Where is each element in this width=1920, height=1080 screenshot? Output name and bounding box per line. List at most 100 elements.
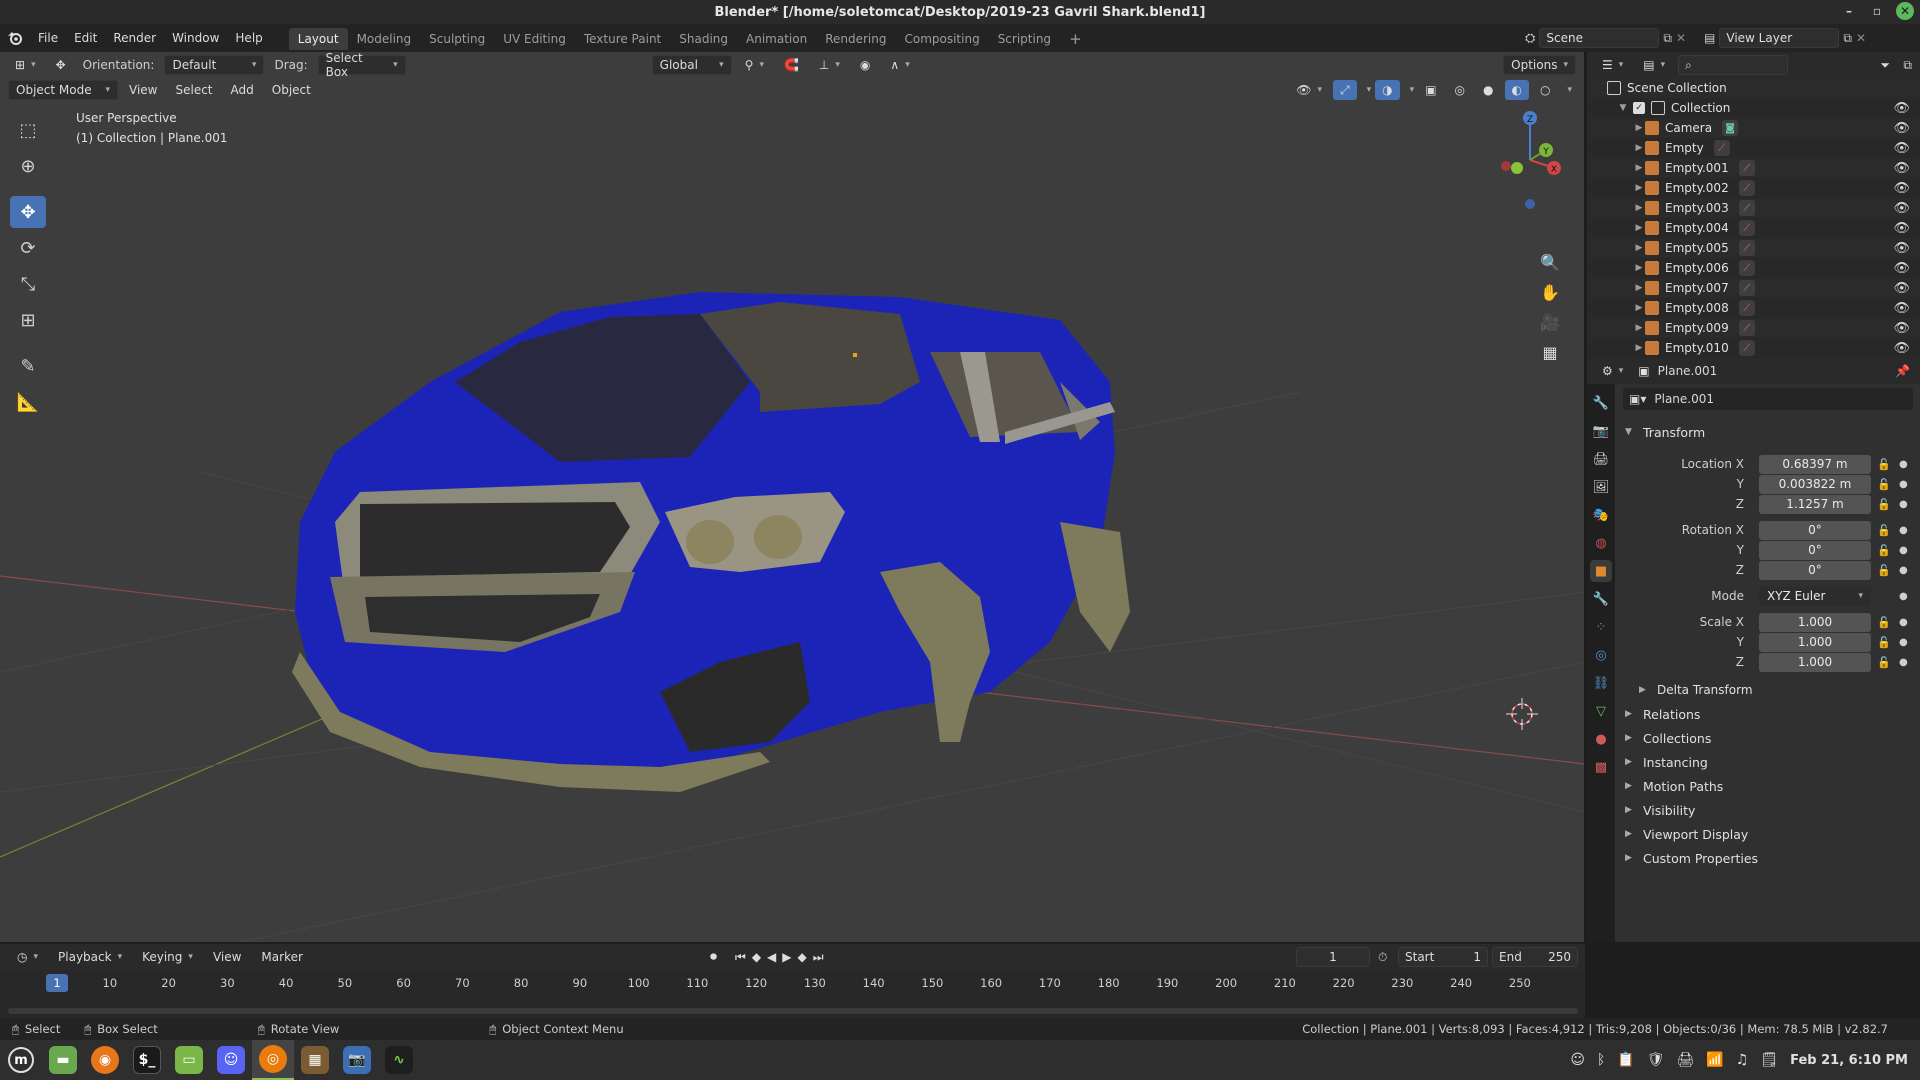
menu-object[interactable]: Object: [265, 80, 318, 100]
visibility-eye-icon[interactable]: 👁: [1893, 161, 1910, 176]
rotation-mode-dropdown[interactable]: XYZ Euler ▾: [1759, 586, 1871, 606]
lock-icon[interactable]: 🔓: [1877, 498, 1891, 511]
stopwatch-icon[interactable]: ⏱: [1378, 950, 1387, 965]
start-frame-field[interactable]: Start 1: [1398, 947, 1488, 967]
pin-icon[interactable]: 📌: [1895, 364, 1910, 378]
outliner-object-row[interactable]: ▶ Empty ⟋ 👁: [1587, 138, 1920, 158]
minecraft-icon[interactable]: ▦: [294, 1040, 336, 1080]
panel-viewport-display[interactable]: ▶ Viewport Display: [1615, 822, 1920, 846]
camera-data-icon[interactable]: ◙: [1722, 120, 1739, 136]
physics-tab-icon[interactable]: ◎: [1590, 644, 1612, 666]
lock-icon[interactable]: 🔓: [1877, 524, 1891, 537]
outliner-object-row[interactable]: ▶ Empty.005 ⟋ 👁: [1587, 238, 1920, 258]
rendered-shading-icon[interactable]: ○: [1533, 80, 1557, 100]
notes-icon[interactable]: 🗒: [1760, 1052, 1778, 1068]
record-icon[interactable]: ⏺: [710, 949, 717, 965]
wifi-icon[interactable]: 📶: [1706, 1052, 1723, 1068]
discord-icon[interactable]: ☺: [210, 1040, 252, 1080]
pan-hand-icon[interactable]: ✋: [1536, 278, 1564, 306]
lock-icon[interactable]: 🔓: [1877, 478, 1891, 491]
menu-file[interactable]: File: [30, 24, 66, 52]
expand-arrow-icon[interactable]: ▶: [1633, 323, 1645, 333]
menu-help[interactable]: Help: [227, 24, 270, 52]
editor-type-icon[interactable]: ⊞ ▾: [8, 55, 43, 75]
tab-uv-editing[interactable]: UV Editing: [494, 28, 575, 50]
keyframe-dot-icon[interactable]: ●: [1899, 545, 1908, 556]
keyframe-dot-icon[interactable]: ●: [1899, 591, 1908, 602]
transform-tool-icon-2[interactable]: ⊞: [10, 304, 46, 336]
menu-edit[interactable]: Edit: [66, 24, 105, 52]
outliner-object-row[interactable]: ▶ Empty.007 ⟋ 👁: [1587, 278, 1920, 298]
filter-icon[interactable]: ⏷: [1880, 58, 1890, 73]
expand-arrow-icon[interactable]: ▶: [1633, 343, 1645, 353]
outliner-object-row[interactable]: ▶ Camera ◙ 👁: [1587, 118, 1920, 138]
visibility-eye-icon[interactable]: 👁: [1893, 321, 1910, 336]
expand-arrow-icon[interactable]: ▶: [1633, 183, 1645, 193]
lock-icon[interactable]: 🔓: [1877, 636, 1891, 649]
menu-view[interactable]: View: [122, 80, 164, 100]
keyframe-dot-icon[interactable]: ●: [1899, 617, 1908, 628]
expand-arrow-icon[interactable]: ▶: [1633, 283, 1645, 293]
keyframe-dot-icon[interactable]: ●: [1899, 525, 1908, 536]
empty-data-icon[interactable]: ⟋: [1738, 260, 1755, 276]
location-x-field[interactable]: 0.68397 m: [1759, 454, 1871, 474]
empty-data-icon[interactable]: ⟋: [1738, 160, 1755, 176]
bluetooth-icon[interactable]: ᛒ: [1597, 1052, 1605, 1068]
tab-compositing[interactable]: Compositing: [895, 28, 988, 50]
show-desktop-icon[interactable]: ▬: [42, 1040, 84, 1080]
select-box-tool-icon[interactable]: ⬚: [10, 114, 46, 146]
outliner-object-row[interactable]: ▶ Empty.006 ⟋ 👁: [1587, 258, 1920, 278]
menu-timeline-view[interactable]: View: [206, 947, 248, 967]
object-tab-icon[interactable]: ■: [1590, 560, 1612, 582]
options-dropdown[interactable]: Options ▾: [1503, 55, 1576, 75]
object-name-field[interactable]: ▣▾ Plane.001: [1623, 388, 1913, 410]
tool-tab-icon[interactable]: 🔧: [1590, 392, 1612, 414]
tab-texture-paint[interactable]: Texture Paint: [575, 28, 670, 50]
tab-scripting[interactable]: Scripting: [989, 28, 1060, 50]
viewport-scene[interactable]: [0, 52, 1585, 942]
measure-tool-icon[interactable]: 📐: [10, 386, 46, 418]
lock-icon[interactable]: 🔓: [1877, 656, 1891, 669]
expand-arrow-icon[interactable]: ▶: [1633, 143, 1645, 153]
empty-data-icon[interactable]: ⟋: [1713, 140, 1730, 156]
view-layer-tab-icon[interactable]: 🖼: [1590, 476, 1612, 498]
tab-sculpting[interactable]: Sculpting: [420, 28, 494, 50]
expand-arrow-icon[interactable]: ▶: [1633, 263, 1645, 273]
discord-tray-icon[interactable]: ☺: [1570, 1052, 1585, 1068]
panel-collections[interactable]: ▶ Collections: [1615, 726, 1920, 750]
add-workspace-icon[interactable]: +: [1060, 28, 1091, 50]
xray-toggle-icon[interactable]: ▣: [1418, 80, 1443, 100]
menu-select[interactable]: Select: [168, 80, 219, 100]
menu-add[interactable]: Add: [224, 80, 261, 100]
files-icon[interactable]: ▭: [168, 1040, 210, 1080]
tab-modeling[interactable]: Modeling: [348, 28, 421, 50]
scale-x-field[interactable]: 1.000: [1759, 612, 1871, 632]
output-tab-icon[interactable]: 🖨: [1590, 448, 1612, 470]
move-tool-icon[interactable]: ✥: [10, 196, 46, 228]
view-layer-selector[interactable]: View Layer: [1719, 28, 1840, 48]
render-tab-icon[interactable]: 📷: [1590, 420, 1612, 442]
new-collection-icon[interactable]: ⧉: [1903, 58, 1912, 73]
visibility-eye-icon[interactable]: 👁: [1893, 261, 1910, 276]
pivot-point-icon[interactable]: ⚲ ▾: [738, 55, 771, 75]
collection-checkbox[interactable]: ✓: [1633, 102, 1645, 114]
display-mode-icon[interactable]: ▤ ▾: [1636, 55, 1672, 75]
scale-y-field[interactable]: 1.000: [1759, 632, 1871, 652]
material-preview-icon[interactable]: ◐: [1504, 80, 1529, 100]
scene-icon[interactable]: ⛭: [1525, 31, 1535, 46]
system-monitor-icon[interactable]: ∿: [378, 1040, 420, 1080]
jump-start-icon[interactable]: ⏮: [735, 950, 746, 965]
delete-view-layer-icon[interactable]: ✕: [1856, 31, 1866, 45]
terminal-icon[interactable]: $_: [126, 1040, 168, 1080]
lock-icon[interactable]: 🔓: [1877, 458, 1891, 471]
keyframe-dot-icon[interactable]: ●: [1899, 657, 1908, 668]
shield-icon[interactable]: 🛡: [1647, 1052, 1665, 1068]
location-z-field[interactable]: 1.1257 m: [1759, 494, 1871, 514]
solid-shading-icon[interactable]: ●: [1476, 80, 1500, 100]
tab-layout[interactable]: Layout: [288, 28, 348, 50]
proportional-edit-icon[interactable]: ◉: [853, 55, 877, 75]
transform-tool-icon[interactable]: ✥: [49, 55, 73, 75]
empty-data-icon[interactable]: ⟋: [1738, 180, 1755, 196]
orientation-dropdown[interactable]: Default ▾: [164, 55, 265, 75]
collapse-arrow-icon[interactable]: ▼: [1617, 103, 1629, 113]
